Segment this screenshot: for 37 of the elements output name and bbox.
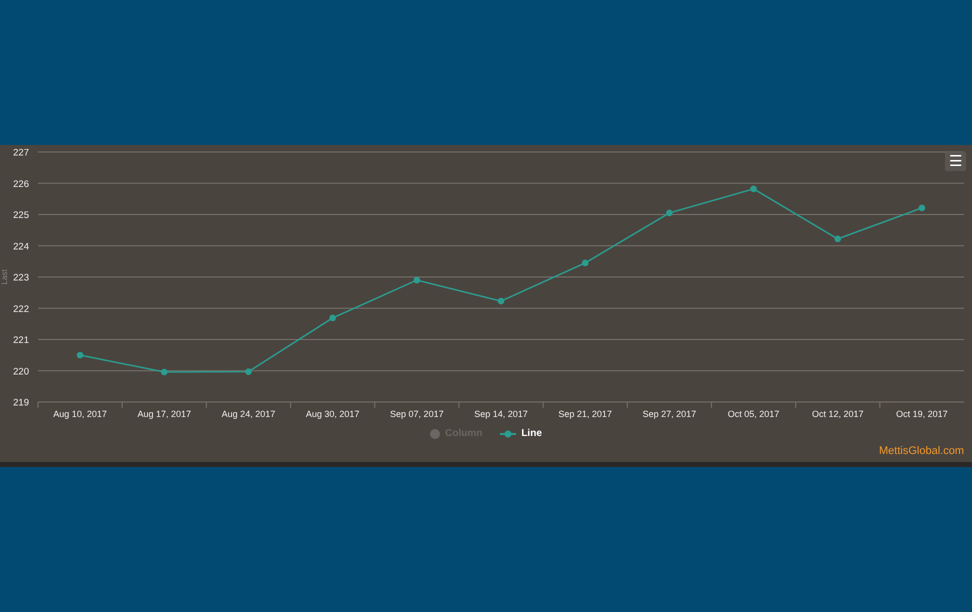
y-tick-label: 225 [13, 210, 29, 221]
x-tick-label: Aug 10, 2017 [53, 409, 107, 419]
y-tick-label: 220 [13, 366, 29, 378]
x-tick-label: Aug 24, 2017 [222, 409, 276, 419]
dot-icon [430, 428, 440, 438]
x-tick-label: Sep 27, 2017 [642, 409, 696, 419]
x-tick-label: Aug 17, 2017 [138, 409, 192, 419]
point [834, 236, 842, 242]
x-tick-label: Oct 12, 2017 [812, 409, 864, 419]
credit-link[interactable]: MettisGlobal.com [879, 445, 964, 457]
point [76, 352, 84, 358]
y-axis-title: Last [0, 269, 9, 285]
y-tick-label: 219 [13, 398, 29, 408]
menu-button[interactable]: ☰ [945, 152, 966, 171]
point [666, 210, 673, 216]
point [582, 260, 588, 266]
point [498, 298, 504, 304]
point [750, 186, 757, 192]
y-tick-label: 224 [13, 241, 29, 252]
point [918, 204, 926, 212]
x-tick-label: Sep 07, 2017 [390, 409, 444, 419]
legend-item[interactable]: Line [500, 428, 542, 439]
point [245, 368, 252, 375]
y-tick-label: 222 [13, 304, 29, 315]
x-tick-label: Sep 21, 2017 [558, 409, 612, 419]
y-tick-label: 226 [13, 178, 29, 190]
point [329, 314, 336, 322]
x-tick-label: Aug 30, 2017 [306, 409, 360, 419]
x-tick-label: Sep 14, 2017 [474, 409, 528, 419]
y-tick-label: 223 [13, 272, 29, 284]
x-tick-label: Oct 05, 2017 [728, 409, 780, 419]
line-marker-icon [500, 430, 516, 438]
x-tick-label: Oct 19, 2017 [896, 409, 948, 419]
y-tick-label: 227 [13, 148, 29, 158]
point [414, 276, 420, 284]
y-tick-label: 221 [13, 335, 29, 346]
point [160, 368, 168, 376]
